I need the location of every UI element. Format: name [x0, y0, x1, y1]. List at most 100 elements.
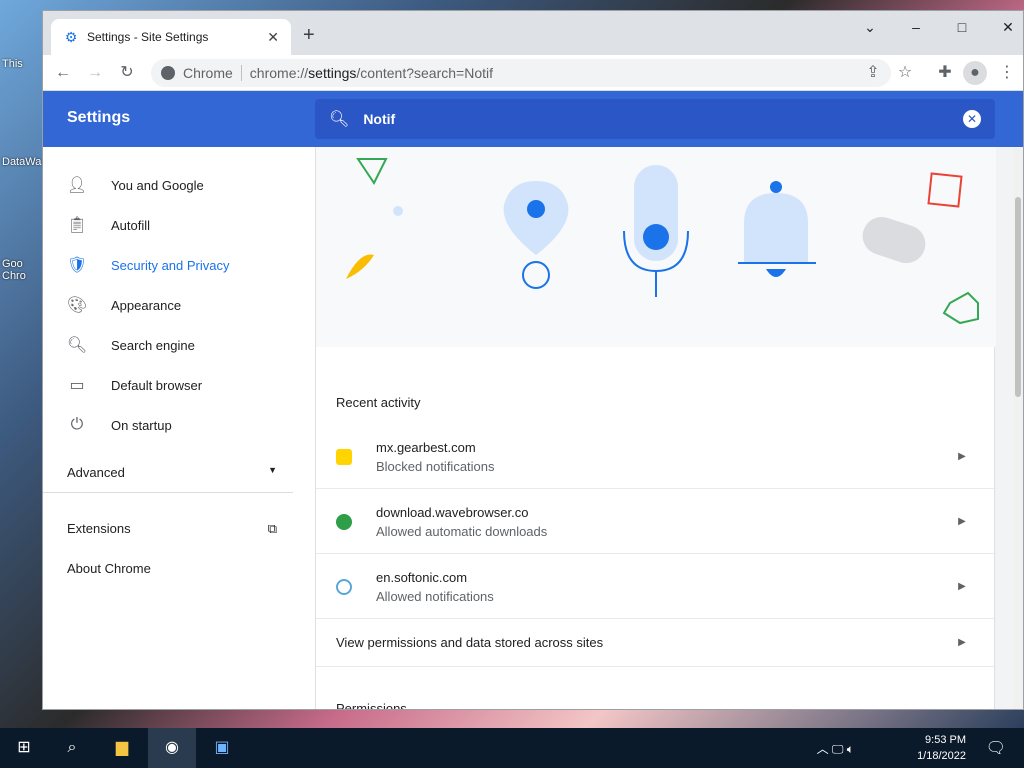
sidebar-item-default-browser[interactable]: ▭ Default browser: [43, 365, 315, 405]
row-site: mx.gearbest.com: [376, 439, 476, 455]
chevron-right-icon: ▶: [958, 637, 966, 648]
sidebar-item-label: You and Google: [111, 177, 204, 193]
permissions-heading: Permissions: [336, 701, 407, 710]
power-icon: ⏻: [70, 416, 84, 433]
dot-shape: [393, 206, 403, 216]
sidebar-item-autofill[interactable]: 📋︎ Autofill: [43, 205, 315, 245]
sidebar-item-appearance[interactable]: 🎨︎ Appearance: [43, 285, 315, 325]
tab-search-button[interactable]: ⌄: [847, 15, 893, 39]
sidebar-item-extensions[interactable]: Extensions ⧉: [67, 521, 277, 537]
location-ring: [522, 261, 550, 289]
profile-avatar[interactable]: ●: [963, 61, 987, 85]
view-permissions-row[interactable]: View permissions and data stored across …: [316, 619, 996, 667]
chevron-right-icon: ▶: [958, 516, 966, 527]
share-icon[interactable]: ⇪: [861, 61, 885, 85]
start-button[interactable]: ⊞: [0, 728, 48, 768]
desktop-icon-label: DataWa: [2, 156, 42, 168]
settings-header: Settings 🔍︎ Notif ✕: [43, 91, 1023, 147]
tab-strip: ⚙ Settings - Site Settings ✕ + ⌄ – □ ✕: [43, 11, 1023, 55]
row-text: download.wavebrowser.co Allowed automati…: [376, 505, 952, 539]
row-site: en.softonic.com: [376, 569, 468, 585]
kebab-menu-icon[interactable]: ⋮: [995, 61, 1019, 85]
clear-search-icon[interactable]: ✕: [963, 110, 981, 128]
desktop-icon-label: Goo Chro: [2, 258, 26, 282]
maximize-button[interactable]: □: [939, 15, 985, 39]
square-shape: [927, 172, 963, 208]
extensions-puzzle-icon[interactable]: ✚: [933, 61, 957, 85]
tray-icons[interactable]: ︿ 🖵︎ 🔈︎: [817, 740, 854, 757]
address-bar[interactable]: Chrome chrome://settings/content?search=…: [151, 59, 891, 87]
address-chip: Chrome: [183, 65, 242, 81]
site-settings-card: Recent activity mx.gearbest.com Blocked …: [315, 147, 996, 710]
taskbar: ⊞ ⌕ ▆ ◉ ▣ ︿ 🖵︎ 🔈︎ 9:53 PM 1/18/2022 🗨︎: [0, 728, 1024, 768]
tab-settings[interactable]: ⚙ Settings - Site Settings ✕: [51, 19, 291, 55]
bell-clapper: [766, 269, 786, 277]
url-prefix: chrome://: [249, 65, 309, 81]
file-explorer-icon[interactable]: ▆: [98, 728, 146, 768]
half-moon-shape: [346, 254, 374, 279]
microphone-dot: [643, 224, 669, 250]
recent-activity-heading: Recent activity: [336, 395, 421, 410]
gearbest-favicon-icon: [336, 448, 352, 465]
advanced-label: Advanced: [67, 465, 125, 480]
desktop-icon-this-pc[interactable]: This: [2, 58, 42, 70]
browser-icon: ▭: [69, 377, 85, 394]
back-button[interactable]: ←: [51, 61, 75, 85]
sidebar-item-on-startup[interactable]: ⏻ On startup: [43, 405, 315, 445]
sidebar-item-label: Appearance: [111, 297, 182, 313]
recent-activity-row[interactable]: en.softonic.com Allowed notifications ▶: [316, 555, 996, 619]
sidebar-item-security-and-privacy[interactable]: 🛡︎ Security and Privacy: [43, 245, 315, 285]
palette-icon: 🎨︎: [66, 297, 88, 314]
row-status: Allowed notifications: [376, 588, 494, 604]
bell-icon: [744, 193, 808, 263]
triangle-shape: [356, 158, 388, 185]
reload-button[interactable]: ↻: [115, 61, 139, 85]
row-site: download.wavebrowser.co: [376, 504, 529, 520]
bookmark-star-icon[interactable]: ☆: [893, 61, 917, 85]
clock-date: 1/18/2022: [917, 750, 966, 762]
sidebar-item-label: Default browser: [111, 377, 203, 393]
desktop-icon-datawa[interactable]: DataWa: [2, 156, 42, 168]
minimize-button[interactable]: –: [893, 15, 939, 39]
sidebar-item-label: Security and Privacy: [111, 257, 230, 273]
sidebar-item-about-chrome[interactable]: About Chrome: [67, 561, 277, 576]
sidebar-item-label: Autofill: [111, 217, 151, 233]
chrome-site-icon: [161, 66, 175, 80]
settings-search-input[interactable]: 🔍︎ Notif ✕: [315, 99, 995, 139]
scrollbar-thumb[interactable]: [1015, 197, 1021, 397]
search-icon: 🔍︎: [66, 337, 88, 354]
sidebar-divider: [43, 492, 293, 493]
search-icon[interactable]: ⌕: [48, 728, 96, 768]
row-text: en.softonic.com Allowed notifications: [376, 570, 952, 604]
chrome-taskbar-icon[interactable]: ◉: [148, 728, 196, 768]
sidebar-item-search-engine[interactable]: 🔍︎ Search engine: [43, 325, 315, 365]
close-window-button[interactable]: ✕: [985, 15, 1023, 39]
clock-time: 9:53 PM: [925, 734, 966, 746]
sidebar-item-label: Search engine: [111, 337, 195, 353]
new-tab-button[interactable]: +: [303, 25, 315, 45]
notification-icon[interactable]: 🗨︎: [986, 738, 1006, 758]
settings-main: Recent activity mx.gearbest.com Blocked …: [315, 147, 1023, 710]
tab-close-icon[interactable]: ✕: [267, 29, 279, 46]
app-taskbar-icon[interactable]: ▣: [198, 728, 246, 768]
sidebar-advanced[interactable]: Advanced ▼: [67, 465, 277, 480]
chevron-right-icon: ▶: [958, 581, 966, 592]
forward-button[interactable]: →: [83, 61, 107, 85]
desktop-icon-chrome[interactable]: Goo Chro: [2, 258, 42, 282]
sidebar-item-you-and-google[interactable]: 👤︎ You and Google: [43, 165, 315, 205]
search-value: Notif: [363, 111, 396, 127]
row-text: mx.gearbest.com Blocked notifications: [376, 440, 952, 474]
scrollbar[interactable]: [1013, 147, 1023, 709]
settings-sidebar: 👤︎ You and Google 📋︎ Autofill 🛡︎ Security a…: [43, 147, 315, 709]
location-dot: [527, 200, 545, 218]
chevron-down-icon: ▼: [268, 465, 277, 475]
toolbar: ← → ↻ Chrome chrome://settings/content?s…: [43, 55, 1023, 91]
extensions-label: Extensions: [67, 521, 131, 536]
clipboard-icon: 📋︎: [66, 217, 88, 234]
chevron-right-icon: ▶: [958, 451, 966, 462]
url-text: chrome://settings/content?search=Notif: [250, 65, 493, 81]
clock[interactable]: 9:53 PM 1/18/2022: [917, 732, 966, 764]
recent-activity-row[interactable]: download.wavebrowser.co Allowed automati…: [316, 490, 996, 554]
row-status: Blocked notifications: [376, 458, 495, 474]
recent-activity-row[interactable]: mx.gearbest.com Blocked notifications ▶: [316, 425, 996, 489]
